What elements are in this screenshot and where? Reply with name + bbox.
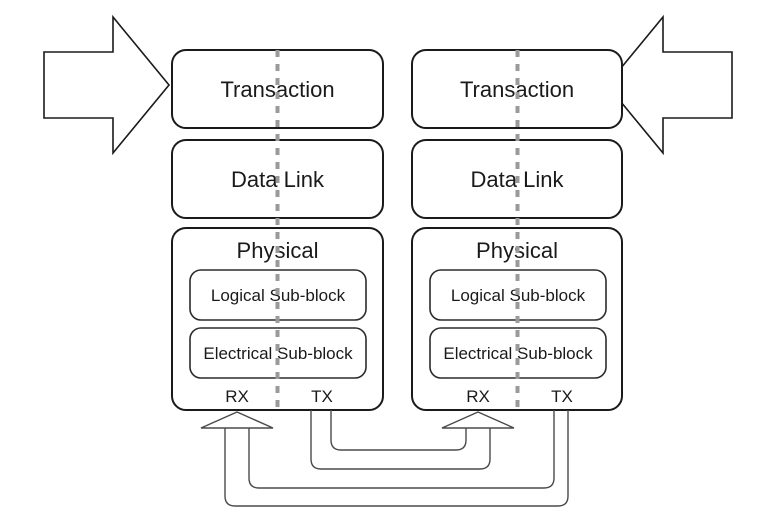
left-rx-port-label: RX [225, 387, 249, 406]
outbound-flow-arrow [605, 14, 733, 156]
link-left-tx-to-right-rx [310, 410, 515, 470]
right-device-stack: Transaction Data Link Physical Logical S… [411, 49, 623, 411]
left-transaction-layer[interactable]: Transaction [171, 49, 384, 129]
right-transaction-layer[interactable]: Transaction [411, 49, 623, 129]
diagram-canvas: Transaction Data Link Physical Logical S… [0, 0, 776, 521]
left-device-stack: Transaction Data Link Physical Logical S… [171, 49, 384, 411]
link-right-tx-to-left-rx [200, 410, 569, 507]
right-rx-port-label: RX [466, 387, 490, 406]
left-tx-port-label: TX [311, 387, 333, 406]
right-tx-port-label: TX [551, 387, 573, 406]
inbound-flow-arrow [43, 14, 171, 156]
layered-architecture-diagram: Transaction Data Link Physical Logical S… [43, 14, 733, 507]
